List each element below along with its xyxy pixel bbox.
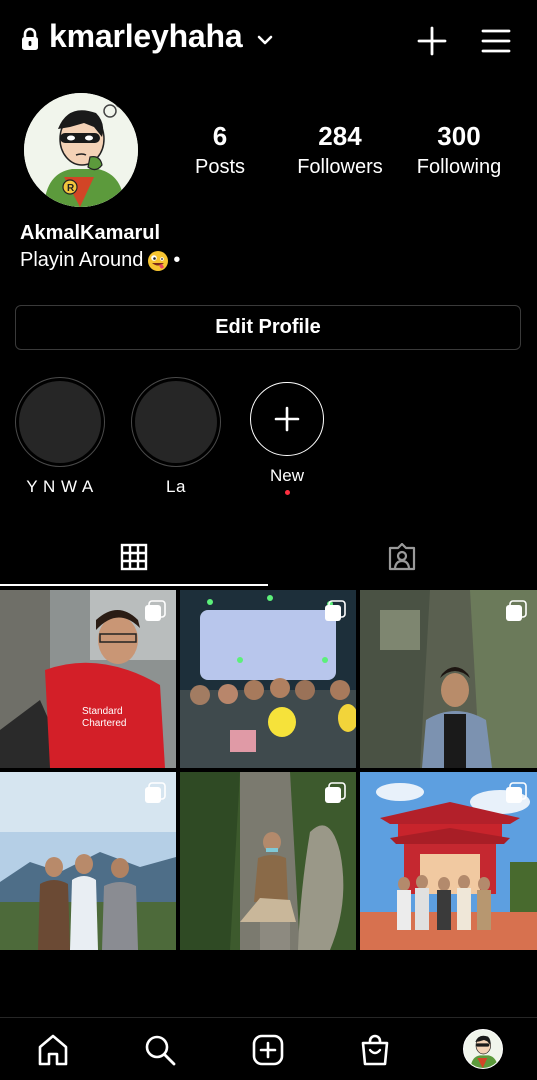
following-count: 300 <box>437 121 481 151</box>
bottom-nav <box>0 1017 537 1080</box>
posts-stat[interactable]: 6 Posts <box>160 120 280 182</box>
post-thumbnail[interactable] <box>360 590 537 768</box>
edit-profile-button[interactable]: Edit Profile <box>15 305 521 350</box>
notification-dot <box>284 490 290 495</box>
username[interactable]: kmarleyhaha <box>49 18 243 55</box>
multiple-photos-icon <box>145 600 166 621</box>
create-icon <box>252 1034 284 1066</box>
highlight-label: Y N W A <box>26 477 94 496</box>
post-thumbnail[interactable] <box>360 772 537 950</box>
profile-header: kmarleyhaha <box>0 0 537 82</box>
plus-icon[interactable] <box>415 24 449 58</box>
search-icon <box>145 1035 176 1066</box>
zany-face-emoji-icon <box>148 250 169 271</box>
following-label: Following <box>416 156 502 178</box>
svg-text:R: R <box>67 183 75 194</box>
post-thumbnail[interactable] <box>180 590 356 768</box>
menu-icon[interactable] <box>480 26 512 56</box>
highlight-ring <box>15 377 105 467</box>
highlight-label: La <box>166 477 186 496</box>
new-highlight-ring <box>250 382 324 456</box>
post-thumbnail[interactable] <box>0 772 176 950</box>
grid-icon <box>120 543 148 571</box>
posts-label: Posts <box>194 156 246 178</box>
avatar-illustration: R <box>24 93 138 207</box>
highlight-ring <box>131 377 221 467</box>
nav-search[interactable] <box>142 1032 178 1068</box>
plus-icon <box>274 406 300 432</box>
svg-text:Standard: Standard <box>82 706 123 717</box>
multiple-photos-icon <box>325 600 346 621</box>
profile-avatar-icon <box>464 1030 502 1068</box>
highlight-cover <box>19 381 101 463</box>
posts-grid: Standard Chartered <box>0 590 537 950</box>
post-thumbnail[interactable] <box>180 772 356 950</box>
new-highlight-button[interactable]: New <box>241 382 333 495</box>
tagged-icon <box>388 543 416 571</box>
nav-home[interactable] <box>35 1032 71 1068</box>
bio-text: Playin Around <box>20 249 144 271</box>
lock-icon <box>22 27 38 50</box>
multiple-photos-icon <box>506 782 527 803</box>
post-thumbnail[interactable]: Standard Chartered <box>0 590 176 768</box>
tab-tagged[interactable] <box>268 527 536 587</box>
followers-stat[interactable]: 284 Followers <box>280 120 400 182</box>
highlight-ynwa[interactable]: Y N W A <box>14 377 106 497</box>
tab-posts-grid[interactable] <box>0 527 268 587</box>
posts-count: 6 <box>212 121 228 151</box>
nav-profile-avatar[interactable] <box>463 1029 503 1069</box>
chevron-down-icon[interactable] <box>257 33 273 47</box>
svg-text:Chartered: Chartered <box>82 718 126 729</box>
new-highlight-label: New <box>269 466 304 485</box>
nav-create[interactable] <box>250 1032 286 1068</box>
bio-suffix: • <box>173 249 181 271</box>
nav-shop[interactable] <box>357 1032 393 1068</box>
display-name: AkmalKamarul <box>20 222 161 244</box>
home-icon <box>38 1034 68 1066</box>
bio: Playin Around • <box>20 249 180 272</box>
multiple-photos-icon <box>325 782 346 803</box>
highlight-la[interactable]: La <box>130 377 222 497</box>
multiple-photos-icon <box>145 782 166 803</box>
followers-label: Followers <box>297 156 383 178</box>
shop-icon <box>361 1034 389 1066</box>
multiple-photos-icon <box>506 600 527 621</box>
highlight-cover <box>135 381 217 463</box>
profile-avatar[interactable]: R <box>24 93 138 207</box>
followers-count: 284 <box>318 121 362 151</box>
active-tab-indicator <box>0 584 268 586</box>
following-stat[interactable]: 300 Following <box>399 120 519 182</box>
